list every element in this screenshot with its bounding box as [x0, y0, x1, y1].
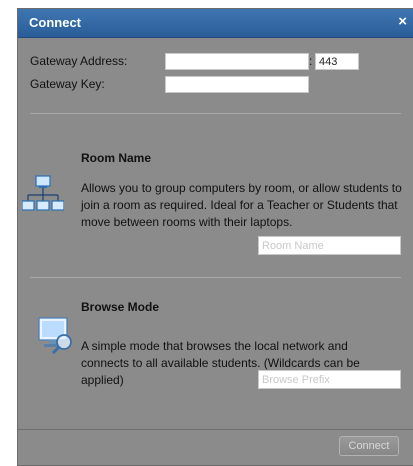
connect-button[interactable]: Connect	[339, 436, 399, 456]
title-bar: Connect ×	[18, 9, 413, 38]
section-divider	[30, 113, 401, 114]
connect-dialog: Connect × Gateway Address: : Gateway Key…	[17, 8, 413, 466]
dialog-title: Connect	[29, 15, 81, 30]
gateway-address-label: Gateway Address:	[30, 54, 128, 68]
network-computers-icon	[21, 175, 65, 213]
footer-divider	[18, 429, 413, 430]
browse-prefix-input[interactable]	[258, 370, 401, 389]
room-name-heading: Room Name	[81, 151, 152, 165]
monitor-magnifier-icon	[38, 314, 76, 355]
browse-mode-heading: Browse Mode	[81, 300, 160, 314]
room-name-input[interactable]	[258, 236, 401, 255]
gateway-key-input[interactable]	[165, 76, 309, 93]
room-name-description: Allows you to group computers by room, o…	[81, 181, 402, 229]
gateway-key-label: Gateway Key:	[30, 77, 105, 91]
close-icon[interactable]: ×	[398, 13, 407, 30]
gateway-port-input[interactable]	[315, 53, 359, 70]
gateway-address-input[interactable]	[165, 53, 309, 70]
port-separator: :	[309, 54, 313, 68]
section-divider-room	[30, 277, 401, 278]
